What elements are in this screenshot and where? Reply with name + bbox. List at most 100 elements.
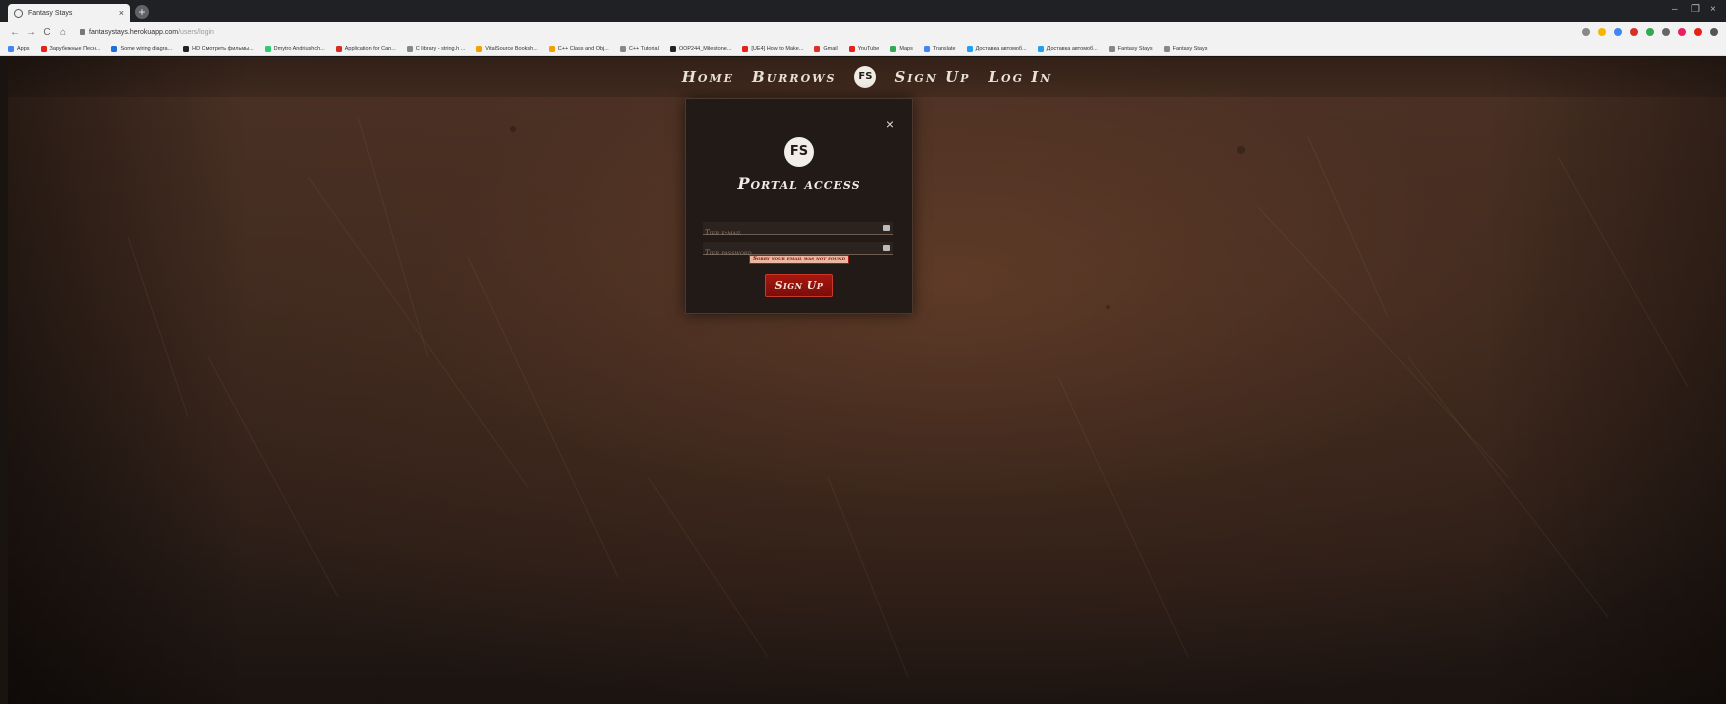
bookmark-item[interactable]: Some wiring diagra...: [111, 45, 173, 52]
bookmark-label: Fantasy Stays: [1117, 45, 1153, 52]
bookmark-label: C++ Tutorial: [628, 45, 659, 52]
globe-icon: [14, 8, 23, 18]
bookmark-label: VitalSource Booksh...: [485, 45, 538, 52]
bookmark-label: OOP244_Milestone...: [678, 45, 732, 52]
bookmark-item[interactable]: YouTube: [848, 45, 880, 52]
bookmark-label: [UE4] How to Make...: [751, 45, 804, 52]
bookmark-icon: [923, 45, 930, 52]
bookmark-icon: [548, 45, 555, 52]
error-message: Sorry your email was not found: [749, 255, 849, 264]
nav-signup-link[interactable]: Sign Up: [894, 68, 970, 86]
url-path: /users/login: [178, 28, 214, 36]
extension-icon[interactable]: [1582, 28, 1590, 36]
extension-icon[interactable]: [1598, 28, 1606, 36]
nav-home-link[interactable]: Home: [682, 68, 734, 86]
bookmark-label: Apps: [17, 45, 30, 52]
browser-toolbar: ← → C ⌂ fantasystays.herokuapp.com/users…: [0, 22, 1726, 42]
close-window-button[interactable]: ×: [1710, 4, 1716, 16]
bookmark-icon: [669, 45, 676, 52]
bookmark-icon: [1037, 45, 1044, 52]
bookmark-icon: [814, 45, 821, 52]
extension-icon[interactable]: [1678, 28, 1686, 36]
signup-button[interactable]: Sign Up: [765, 274, 833, 297]
bookmark-item[interactable]: C library - string.h ...: [406, 45, 466, 52]
extension-icon[interactable]: [1694, 28, 1702, 36]
extension-icon[interactable]: [1630, 28, 1638, 36]
bookmark-item[interactable]: HD Смотреть фильмы...: [183, 45, 254, 52]
bookmark-item[interactable]: Maps: [890, 45, 913, 52]
bookmark-icon: [742, 45, 749, 52]
bookmark-label: Maps: [899, 45, 913, 52]
nav-login-link[interactable]: Log In: [988, 68, 1052, 86]
bookmark-item[interactable]: Доставка автомоб...: [966, 45, 1027, 52]
email-field[interactable]: [703, 227, 893, 239]
bookmark-item[interactable]: Application for Can...: [335, 45, 396, 52]
site-navbar: Home Burrows FS Sign Up Log In: [8, 57, 1726, 97]
bookmark-label: Доставка автомоб...: [1046, 45, 1098, 52]
bookmark-icon: [406, 45, 413, 52]
extension-icon[interactable]: [1646, 28, 1654, 36]
bookmark-icon: [890, 45, 897, 52]
bookmark-label: Доставка автомоб...: [975, 45, 1027, 52]
bookmark-label: Gmail: [823, 45, 838, 52]
bookmark-item[interactable]: C++ Tutorial: [619, 45, 659, 52]
bookmark-item[interactable]: [UE4] How to Make...: [742, 45, 804, 52]
home-icon[interactable]: ⌂: [56, 27, 70, 38]
browser-tabstrip: Fantasy Stays × + – ❐ ×: [0, 0, 1726, 22]
url-host: fantasystays.herokuapp.com: [89, 28, 179, 36]
bookmark-item[interactable]: Translate: [923, 45, 956, 52]
bookmark-icon: [966, 45, 973, 52]
login-modal: × FS Portal access Sorry your email was …: [685, 98, 913, 314]
bookmark-icon: [111, 45, 118, 52]
address-bar[interactable]: fantasystays.herokuapp.com/users/login: [80, 25, 1490, 39]
bookmark-icon: [1163, 45, 1170, 52]
minimize-button[interactable]: –: [1672, 4, 1678, 16]
modal-title: Portal access: [737, 174, 861, 193]
extension-icon[interactable]: [1710, 28, 1718, 36]
extension-icon[interactable]: [1614, 28, 1622, 36]
bookmark-icon: [183, 45, 190, 52]
bookmark-label: Application for Can...: [344, 45, 396, 52]
extension-icons: [1582, 28, 1718, 36]
bookmark-icon: [476, 45, 483, 52]
bookmark-label: C library - string.h ...: [415, 45, 466, 52]
reload-button[interactable]: C: [40, 27, 54, 38]
nav-burrows-link[interactable]: Burrows: [752, 68, 836, 86]
back-button[interactable]: ←: [8, 27, 22, 38]
password-field-wrapper: [703, 242, 893, 259]
bookmark-item[interactable]: Fantasy Stays: [1108, 45, 1153, 52]
bookmark-label: Fantasy Stays: [1172, 45, 1208, 52]
autofill-icon[interactable]: [883, 225, 890, 231]
bookmark-item[interactable]: C++ Class and Obj...: [548, 45, 609, 52]
bookmark-icon: [848, 45, 855, 52]
close-icon[interactable]: ×: [886, 117, 894, 131]
bookmark-item[interactable]: Доставка автомоб...: [1037, 45, 1098, 52]
bookmark-label: Some wiring diagra...: [120, 45, 173, 52]
lock-icon: [80, 29, 85, 35]
bookmark-label: Dmytro Andriushch...: [273, 45, 325, 52]
fs-logo-icon[interactable]: FS: [854, 66, 877, 88]
new-tab-button[interactable]: +: [135, 5, 149, 19]
bookmarks-bar: Apps Зарубежные Песн... Some wiring diagra…: [0, 42, 1726, 56]
bookmark-item[interactable]: Fantasy Stays: [1163, 45, 1208, 52]
fs-logo-icon: FS: [784, 137, 814, 167]
browser-tab[interactable]: Fantasy Stays ×: [8, 4, 130, 22]
bookmark-icon: [1108, 45, 1115, 52]
email-field-wrapper: [703, 222, 893, 239]
maximize-button[interactable]: ❐: [1691, 4, 1700, 16]
bookmark-item[interactable]: Apps: [8, 45, 30, 52]
bookmark-item[interactable]: Зарубежные Песн...: [40, 45, 101, 52]
bookmark-icon: [335, 45, 342, 52]
bookmark-item[interactable]: Dmytro Andriushch...: [264, 45, 325, 52]
bookmark-icon: [8, 45, 14, 52]
bookmark-label: YouTube: [857, 45, 880, 52]
bookmark-icon: [40, 45, 47, 52]
bookmark-item[interactable]: OOP244_Milestone...: [669, 45, 732, 52]
bookmark-label: Зарубежные Песн...: [49, 45, 101, 52]
bookmark-item[interactable]: VitalSource Booksh...: [476, 45, 538, 52]
extension-icon[interactable]: [1662, 28, 1670, 36]
bookmark-item[interactable]: Gmail: [814, 45, 838, 52]
tab-close-icon[interactable]: ×: [119, 8, 124, 18]
forward-button[interactable]: →: [24, 27, 38, 38]
autofill-icon[interactable]: [883, 245, 890, 251]
